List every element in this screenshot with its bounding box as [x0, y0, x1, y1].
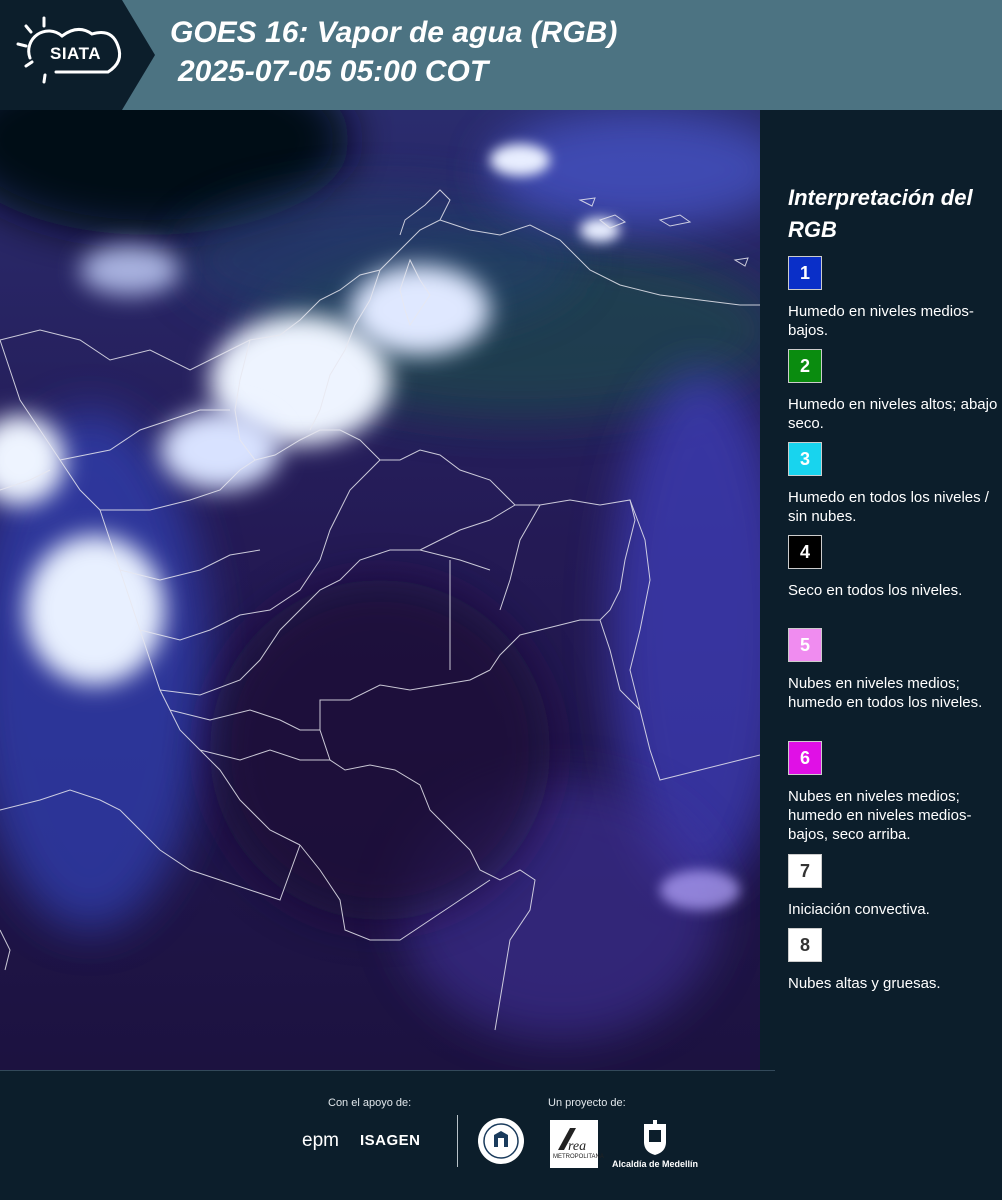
- siata-logo-text: SIATA: [50, 44, 101, 63]
- legend-swatch-6: 6: [788, 741, 822, 775]
- legend-title: Interpretación del RGB: [788, 185, 973, 242]
- legend-desc-3: Humedo en todos los niveles / sin nubes.: [788, 489, 989, 525]
- isagen-logo: ISAGEN: [360, 1132, 421, 1149]
- legend-swatch-8: 8: [788, 928, 822, 962]
- page-title: GOES 16: Vapor de agua (RGB): [170, 16, 618, 49]
- alcaldia-crest-logo: [640, 1118, 670, 1161]
- svg-text:rea: rea: [568, 1139, 586, 1154]
- legend-panel: Interpretación del RGB 1 Humedo en nivel…: [764, 110, 1002, 1070]
- legend-desc-6: Nubes en niveles medios; humedo en nivel…: [788, 788, 972, 843]
- legend-item-5: 5 Nubes en niveles medios; humedo en tod…: [788, 628, 998, 712]
- legend-desc-4: Seco en todos los niveles.: [788, 582, 963, 599]
- timestamp-title: 2025-07-05 05:00 COT: [178, 55, 489, 88]
- legend-item-3: 3 Humedo en todos los niveles / sin nube…: [788, 442, 998, 526]
- legend-item-7: 7 Iniciación convectiva.: [788, 854, 998, 919]
- legend-desc-2: Humedo en niveles altos; abajo seco.: [788, 396, 998, 432]
- legend-item-2: 2 Humedo en niveles altos; abajo seco.: [788, 349, 998, 433]
- support-label: Con el apoyo de:: [328, 1097, 412, 1109]
- legend-desc-5: Nubes en niveles medios; humedo en todos…: [788, 675, 983, 711]
- project-label: Un proyecto de:: [548, 1097, 626, 1109]
- footer: Con el apoyo de: Un proyecto de: epm ISA…: [0, 1070, 1002, 1200]
- legend-swatch-7: 7: [788, 854, 822, 888]
- epm-logo: epm: [302, 1130, 339, 1151]
- legend-desc-7: Iniciación convectiva.: [788, 901, 930, 918]
- footer-separator: [457, 1115, 458, 1167]
- header-bar: SIATA GOES 16: Vapor de agua (RGB) 2025-…: [0, 0, 1002, 110]
- legend-swatch-5: 5: [788, 628, 822, 662]
- siata-logo: SIATA: [0, 0, 155, 110]
- legend-swatch-1: 1: [788, 256, 822, 290]
- legend-item-4: 4 Seco en todos los niveles.: [788, 535, 998, 600]
- area-metropolitana-label: METROPOLITANA: [553, 1154, 604, 1160]
- alcaldia-label: Alcaldía de Medellín: [612, 1159, 699, 1169]
- legend-item-6: 6 Nubes en niveles medios; humedo en niv…: [788, 741, 998, 844]
- legend-desc-8: Nubes altas y gruesas.: [788, 975, 941, 992]
- satellite-map: [0, 110, 760, 1070]
- legend-desc-1: Humedo en niveles medios-bajos.: [788, 303, 974, 339]
- legend-swatch-4: 4: [788, 535, 822, 569]
- footer-divider: [0, 1070, 775, 1071]
- legend-item-1: 1 Humedo en niveles medios-bajos.: [788, 256, 998, 340]
- legend-swatch-3: 3: [788, 442, 822, 476]
- legend-item-8: 8 Nubes altas y gruesas.: [788, 928, 998, 993]
- legend-swatch-2: 2: [788, 349, 822, 383]
- university-seal-logo: [477, 1117, 525, 1170]
- area-metropolitana-logo: rea: [550, 1120, 598, 1168]
